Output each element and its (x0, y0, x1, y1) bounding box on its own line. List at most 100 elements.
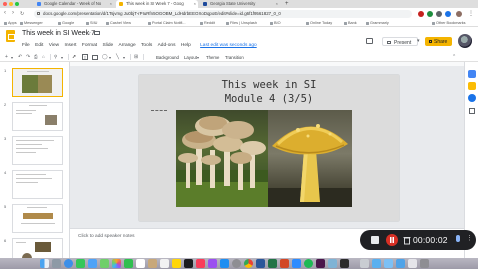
browser-tab[interactable]: Georgia State University × (200, 0, 280, 8)
menu-help[interactable]: Help (181, 43, 191, 48)
folder-icon[interactable] (396, 259, 405, 268)
add-slide-icon[interactable]: + (5, 54, 8, 60)
slide-title[interactable]: This week in SI Module 4 (3/5) (139, 79, 399, 106)
text-box-icon[interactable]: T (82, 54, 88, 60)
browser-tab[interactable]: Google Calendar - Week of No × (34, 0, 114, 8)
last-edit-link[interactable]: Last edit was seconds ago (200, 43, 257, 48)
bookmark[interactable]: SIIU (86, 21, 97, 25)
messages-icon[interactable] (76, 259, 85, 268)
menu-slide[interactable]: Slide (102, 43, 113, 48)
mushroom-cluster-photo[interactable] (176, 110, 268, 207)
close-tab-icon[interactable]: × (110, 1, 112, 6)
menu-insert[interactable]: Insert (65, 43, 77, 48)
line-icon[interactable]: ╲ (116, 54, 119, 60)
menu-edit[interactable]: Edit (35, 43, 43, 48)
music-icon[interactable] (196, 259, 205, 268)
share-button[interactable]: Share (425, 37, 452, 46)
podcasts-icon[interactable] (208, 259, 217, 268)
avatar[interactable] (458, 34, 472, 48)
bookmark[interactable]: Grammarly (366, 21, 389, 25)
calendar-icon[interactable] (136, 259, 145, 268)
settings-icon[interactable] (232, 259, 241, 268)
menu-addons[interactable]: Add-ons (158, 43, 176, 48)
downloads-icon[interactable] (372, 259, 381, 268)
bookmark[interactable]: Messenger (20, 21, 43, 25)
chevron-down-icon[interactable]: ▾ (61, 55, 63, 60)
undo-icon[interactable]: ↶ (18, 54, 22, 60)
more-options-icon[interactable]: ⋮ (466, 234, 473, 242)
browser-menu-icon[interactable]: ⋮ (468, 10, 474, 17)
trash-icon[interactable] (360, 259, 369, 268)
profile-icon[interactable] (456, 11, 462, 17)
menu-tools[interactable]: Tools (141, 43, 152, 48)
select-cursor-icon[interactable]: ➚ (72, 54, 76, 60)
close-tab-icon[interactable]: × (194, 1, 196, 6)
browser-tab-active[interactable]: This week in SI Week 7 - Goog × (116, 0, 198, 8)
notes-icon[interactable] (172, 259, 181, 268)
forward-icon[interactable]: › (12, 10, 14, 16)
bookmark[interactable]: Cashel View (106, 21, 131, 25)
paint-format-icon[interactable]: ⌂ (42, 54, 45, 59)
current-slide[interactable]: This week in SI Module 4 (3/5) (139, 75, 399, 221)
theme-button[interactable]: Theme (206, 55, 219, 60)
comments-icon[interactable] (366, 38, 373, 44)
keep-icon[interactable] (468, 82, 476, 90)
reminders-icon[interactable] (160, 259, 169, 268)
slide-thumbnail[interactable]: 5 (4, 204, 66, 238)
chevron-down-icon[interactable]: ▾ (197, 55, 199, 60)
launchpad-icon[interactable] (52, 259, 61, 268)
safari-icon[interactable] (64, 259, 73, 268)
photos-icon[interactable] (112, 259, 121, 268)
new-tab-button[interactable]: + (282, 0, 292, 8)
bookmark[interactable]: Files | Unsplash (226, 21, 257, 25)
slide-thumbnail[interactable]: 2 (4, 102, 66, 136)
facetime-icon[interactable] (124, 259, 133, 268)
zoom-icon[interactable] (292, 259, 301, 268)
transition-button[interactable]: Transition (225, 55, 244, 60)
bookmark[interactable]: Reddit (200, 21, 215, 25)
zoom-icon[interactable]: ⚲ (54, 54, 57, 60)
close-window-icon[interactable] (3, 2, 7, 6)
maps-icon[interactable] (100, 259, 109, 268)
mail-icon[interactable] (88, 259, 97, 268)
background-button[interactable]: Background (156, 55, 179, 60)
shape-icon[interactable]: ◯ (102, 54, 108, 60)
slack-icon[interactable] (316, 259, 325, 268)
terminal-icon[interactable] (340, 259, 349, 268)
slide-thumbnail[interactable]: 1 (4, 68, 66, 102)
extension-icon[interactable] (427, 11, 433, 17)
bookmark[interactable]: Apps (4, 21, 17, 25)
slide-thumbnail[interactable]: 4 (4, 170, 66, 204)
app-store-icon[interactable] (220, 259, 229, 268)
reload-icon[interactable]: ↻ (20, 11, 24, 17)
bookmark[interactable]: Bank (344, 21, 357, 25)
chevron-down-icon[interactable]: ▾ (109, 55, 111, 60)
close-tab-icon[interactable]: × (276, 1, 278, 6)
menu-arrange[interactable]: Arrange (119, 43, 136, 48)
microphone-icon[interactable] (456, 235, 460, 242)
finder-icon[interactable] (40, 259, 49, 268)
back-icon[interactable]: ‹ (4, 10, 6, 16)
slide-thumbnail[interactable]: 3 (4, 136, 66, 170)
pause-recording-icon[interactable] (386, 234, 398, 246)
bookmark[interactable]: Portal Claim Notifi... (148, 21, 186, 25)
move-folder-icon[interactable] (94, 31, 100, 35)
powerpoint-icon[interactable] (280, 259, 289, 268)
chevron-down-icon[interactable]: ▾ (417, 38, 420, 44)
tv-icon[interactable] (184, 259, 193, 268)
add-on-icon[interactable] (469, 108, 475, 114)
minimize-window-icon[interactable] (9, 2, 13, 6)
bookmark[interactable]: BIO (270, 21, 281, 25)
extension-icon[interactable] (418, 11, 424, 17)
word-icon[interactable] (256, 259, 265, 268)
presentation-title[interactable]: This week in SI Week 7 (22, 30, 95, 37)
delete-recording-icon[interactable] (401, 234, 413, 246)
menu-format[interactable]: Format (82, 43, 97, 48)
comment-add-icon[interactable]: ⊞ (134, 54, 138, 60)
window-icon[interactable] (420, 259, 429, 268)
bookmark[interactable]: Other Bookmarks (432, 21, 466, 25)
print-icon[interactable]: ⎙ (34, 54, 38, 59)
menu-file[interactable]: File (22, 43, 30, 48)
chevron-down-icon[interactable]: ▾ (11, 55, 13, 60)
image-icon[interactable] (92, 54, 98, 60)
